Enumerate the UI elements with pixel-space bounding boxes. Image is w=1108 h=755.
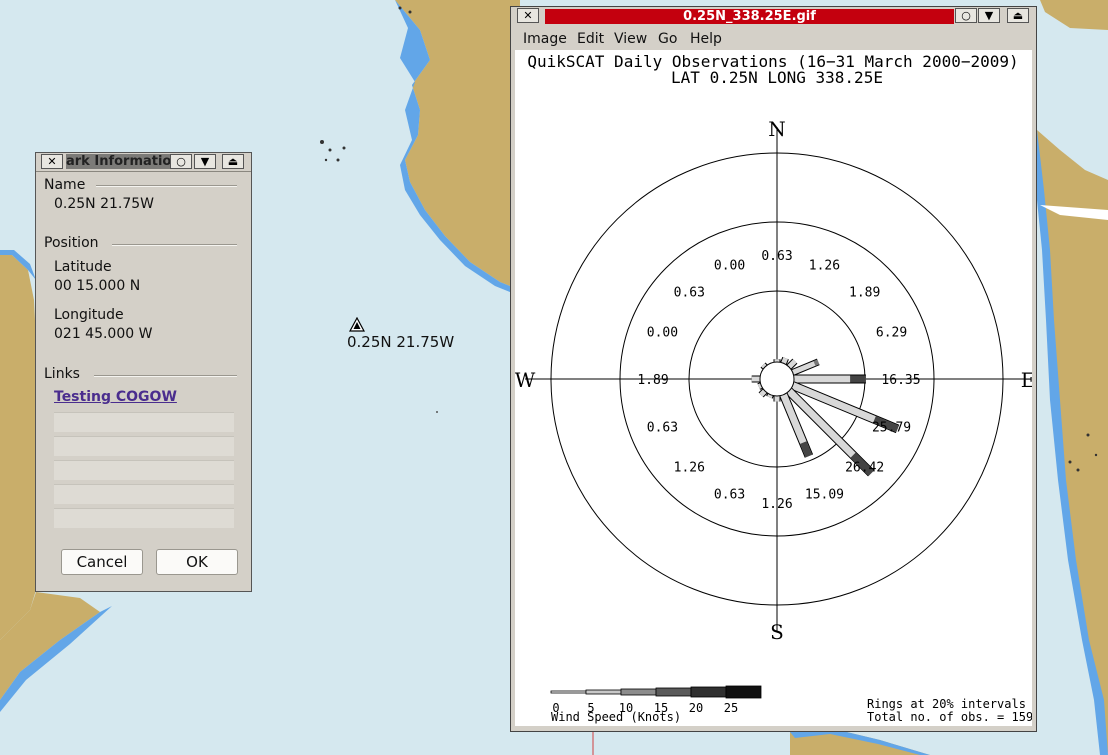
- gif-viewer-window: ✕ 0.25N_338.25E.gif ○ ▼ ⏏ Image Edit Vie…: [510, 6, 1037, 732]
- menu-image[interactable]: Image: [523, 31, 567, 47]
- latitude-value[interactable]: 00 15.000 N: [54, 278, 140, 294]
- direction-percent-label: 1.89: [849, 285, 880, 300]
- wind-bar: [758, 388, 768, 398]
- gif-image-canvas: QuikSCAT Daily Observations (16−31 March…: [515, 50, 1036, 726]
- direction-percent-label: 6.29: [876, 326, 907, 341]
- wind-rose-chart: QuikSCAT Daily Observations (16−31 March…: [515, 52, 1036, 724]
- legend-swatch: [585, 689, 622, 695]
- direction-percent-label: 16.35: [881, 373, 920, 388]
- dialog-title: ark Informatio: [66, 154, 174, 169]
- link-slot[interactable]: [54, 460, 234, 480]
- cardinal-s: S: [770, 620, 784, 644]
- wind-bar-mid-segment: [813, 359, 820, 366]
- legend-swatch: [620, 688, 657, 696]
- link-slot[interactable]: [54, 436, 234, 456]
- menu-view[interactable]: View: [614, 31, 647, 47]
- link-slot[interactable]: [54, 412, 234, 432]
- waypoint-mark-label: 0.25N 21.75W: [347, 333, 455, 351]
- legend-swatch: [690, 686, 727, 698]
- ok-button[interactable]: OK: [156, 549, 238, 575]
- shade-down-icon[interactable]: ▼: [194, 154, 216, 169]
- mark-information-dialog: ✕ ark Informatio ○ ▼ ⏏ Name 0.25N 21.75W…: [35, 152, 252, 592]
- direction-percent-label: 1.26: [761, 497, 792, 512]
- direction-percent-label: 0.63: [647, 420, 678, 435]
- legend-swatch: [725, 685, 762, 699]
- direction-percent-label: 25.79: [872, 420, 911, 435]
- link-testing-cogow[interactable]: Testing COGOW: [54, 389, 177, 405]
- menu-bar: Image Edit View Go Help: [511, 27, 1036, 49]
- direction-percent-label: 26.42: [845, 461, 884, 476]
- direction-percent-label: 0.63: [714, 488, 745, 503]
- wind-bar: [786, 358, 798, 370]
- chart-subtitle: LAT 0.25N LONG 338.25E: [671, 68, 883, 87]
- direction-percent-label: 0.63: [674, 285, 705, 300]
- total-obs-note: Total no. of obs. = 159: [867, 710, 1032, 724]
- wind-bar-fill: [781, 357, 788, 365]
- maximize-icon[interactable]: ⏏: [222, 154, 244, 169]
- menu-go[interactable]: Go: [658, 31, 677, 47]
- shade-down-icon[interactable]: ▼: [978, 8, 1000, 23]
- menu-edit[interactable]: Edit: [577, 31, 604, 47]
- direction-percent-label: 1.26: [674, 461, 705, 476]
- calm-circle: [759, 361, 795, 397]
- direction-percent-label: 0.00: [647, 326, 678, 341]
- legend-title: Wind Speed (Knots): [551, 710, 681, 724]
- direction-percent-label: 15.09: [805, 488, 844, 503]
- close-icon[interactable]: ✕: [41, 154, 63, 169]
- menu-help[interactable]: Help: [690, 31, 722, 47]
- latitude-label: Latitude: [54, 259, 112, 275]
- mark-name-value[interactable]: 0.25N 21.75W: [54, 196, 154, 212]
- minimize-circle-icon[interactable]: ○: [955, 8, 977, 23]
- cardinal-e: E: [1021, 368, 1032, 392]
- close-icon[interactable]: ✕: [517, 8, 539, 23]
- wind-bar-fill: [759, 389, 767, 397]
- legend-tick-label: 20: [689, 701, 703, 715]
- section-position-heading: Position: [44, 235, 101, 251]
- legend-swatch: [655, 687, 692, 697]
- gif-window-titlebar[interactable]: ✕ 0.25N_338.25E.gif ○ ▼ ⏏: [511, 7, 1036, 26]
- ring-interval-note: Rings at 20% intervals: [867, 697, 1026, 711]
- cancel-button[interactable]: Cancel: [61, 549, 143, 575]
- link-slot[interactable]: [54, 508, 234, 528]
- legend-tick-label: 25: [724, 701, 738, 715]
- longitude-value[interactable]: 021 45.000 W: [54, 326, 152, 342]
- bars-group: [751, 356, 900, 477]
- link-slot[interactable]: [54, 484, 234, 504]
- legend-swatch: [550, 690, 587, 694]
- direction-percent-label: 0.00: [714, 258, 745, 273]
- wind-bar: [780, 356, 789, 365]
- minimize-circle-icon[interactable]: ○: [170, 154, 192, 169]
- gif-window-title: 0.25N_338.25E.gif: [545, 9, 954, 24]
- cardinal-w: W: [515, 368, 536, 392]
- direction-percent-label: 1.26: [809, 258, 840, 273]
- section-links-heading: Links: [44, 366, 82, 382]
- longitude-label: Longitude: [54, 307, 124, 323]
- waypoint-mark-icon[interactable]: [349, 317, 365, 333]
- dialog-titlebar[interactable]: ✕ ark Informatio ○ ▼ ⏏: [36, 153, 251, 172]
- cardinal-n: N: [768, 117, 786, 141]
- direction-percent-label: 1.89: [637, 373, 668, 388]
- direction-percent-label: 0.63: [761, 249, 792, 264]
- maximize-icon[interactable]: ⏏: [1007, 8, 1029, 23]
- section-name-heading: Name: [44, 177, 88, 193]
